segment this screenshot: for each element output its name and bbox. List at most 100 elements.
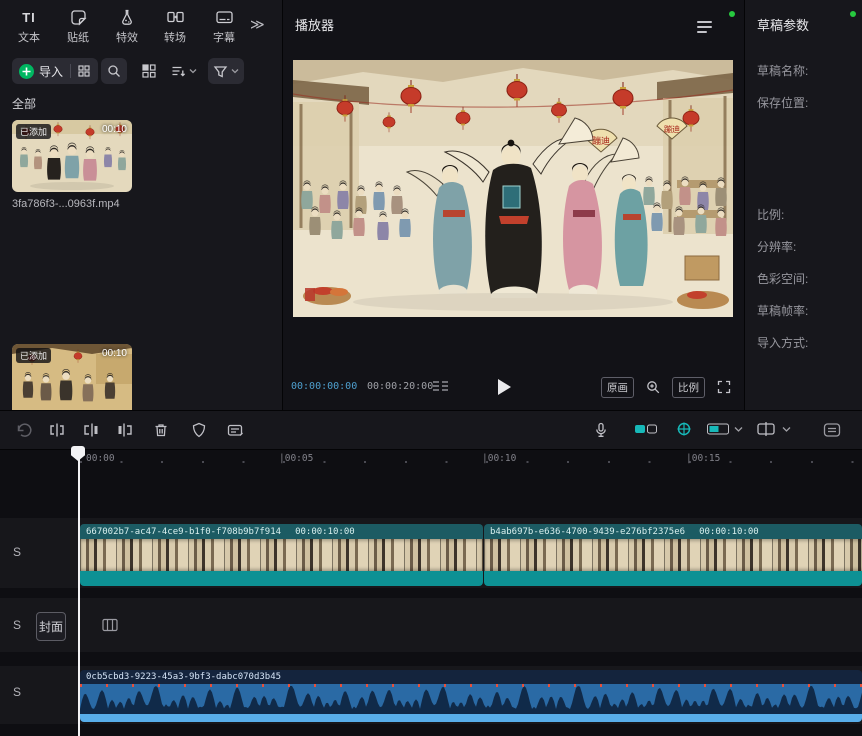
timeline: 00:00 |00:05 |00:10 |00:15 S S S 封面 6670…	[0, 450, 862, 736]
sort-icon	[170, 63, 186, 79]
cover-button[interactable]: 封面	[36, 612, 66, 641]
split-icon[interactable]	[48, 421, 66, 439]
cover-track	[0, 598, 862, 652]
video-preview-image: 蹦迪 蹦迪	[293, 60, 733, 317]
ratio-button[interactable]: 比例	[672, 377, 705, 398]
track-toggle[interactable]: S	[8, 685, 26, 701]
chevron-down-icon[interactable]	[734, 426, 743, 433]
preview-axis-toggle-icon[interactable]	[754, 421, 778, 437]
player-menu-icon[interactable]	[697, 21, 712, 33]
video-clip-footer	[484, 571, 862, 586]
media-item-thumbnail[interactable]: 已添加 00:10	[12, 344, 132, 410]
grid-view-icon[interactable]	[78, 65, 90, 77]
linkage-toggle-icon[interactable]	[706, 421, 730, 437]
mic-icon[interactable]	[592, 421, 610, 439]
original-quality-button[interactable]: 原画	[601, 377, 634, 398]
audio-clip-name: 0cb5cbd3-9223-45a3-9bf3-dabc070d3b45	[86, 672, 281, 682]
artist-seal	[305, 288, 315, 301]
import-button[interactable]: 导入	[12, 58, 98, 84]
field-color-space: 色彩空间:	[757, 270, 808, 287]
media-filename: 3fa786f3-...0963f.mp4	[12, 198, 152, 210]
added-badge: 已添加	[16, 348, 51, 363]
video-clip-filmstrip	[80, 539, 483, 571]
ruler-label: |00:05	[279, 453, 313, 464]
caption-edit-icon[interactable]	[226, 421, 245, 439]
search-icon	[107, 64, 121, 78]
field-import-mode: 导入方式:	[757, 334, 808, 351]
timeline-settings-icon[interactable]	[822, 421, 842, 439]
expand-panel-button[interactable]: ≫	[250, 16, 265, 33]
sort-button[interactable]	[166, 58, 200, 84]
mask-icon[interactable]	[190, 421, 208, 439]
media-item-thumbnail[interactable]: 已添加 00:10	[12, 120, 132, 192]
added-badge: 已添加	[16, 124, 51, 139]
video-clip-header: 667002b7-ac47-4ce9-b1f0-f708b9b7f914 00:…	[80, 524, 483, 539]
video-clip[interactable]: b4ab697b-e636-4700-9439-e276bf2375e6 00:…	[484, 524, 862, 586]
text-icon: TI	[22, 10, 36, 25]
player-title: 播放器	[295, 15, 334, 34]
track-toggle[interactable]: S	[8, 618, 26, 634]
plus-icon	[19, 64, 34, 79]
import-button-label: 导入	[39, 63, 63, 80]
snap-toggle-icon[interactable]	[672, 421, 696, 437]
magnet-toggle-icon[interactable]	[634, 421, 658, 437]
frames-icon[interactable]	[431, 379, 449, 393]
delete-icon[interactable]	[152, 421, 170, 439]
audio-waveform	[80, 684, 862, 714]
layout-toggle-icon	[142, 64, 156, 78]
sticker-icon	[69, 8, 87, 26]
player-panel: 播放器	[283, 0, 745, 410]
tab-sticker-label: 贴纸	[55, 29, 101, 45]
video-clip-name: 667002b7-ac47-4ce9-b1f0-f708b9b7f914	[86, 527, 281, 537]
app-window: TI 文本 贴纸 特效	[0, 0, 862, 736]
tab-effects-label: 特效	[104, 29, 150, 45]
tab-transitions[interactable]: 转场	[152, 6, 198, 50]
tab-transitions-label: 转场	[152, 29, 198, 45]
fan-sign-text: 蹦迪	[664, 124, 680, 134]
effects-icon	[118, 8, 136, 26]
field-resolution: 分辨率:	[757, 238, 796, 255]
player-right-controls: 原画 比例	[601, 374, 732, 400]
field-frame-rate: 草稿帧率:	[757, 302, 808, 319]
status-dot	[850, 11, 856, 17]
audio-clip-header: 0cb5cbd3-9223-45a3-9bf3-dabc070d3b45	[80, 670, 862, 684]
filter-button[interactable]	[208, 58, 244, 84]
trim-left-icon[interactable]	[82, 421, 100, 439]
tab-sticker[interactable]: 贴纸	[55, 6, 101, 50]
tab-captions[interactable]: 字幕	[201, 6, 247, 50]
tab-captions-label: 字幕	[201, 29, 247, 45]
media-panel: TI 文本 贴纸 特效	[0, 0, 283, 410]
layout-toggle-button[interactable]	[139, 61, 159, 81]
total-timecode: 00:00:20:00	[367, 381, 433, 392]
undo-icon[interactable]	[14, 421, 32, 439]
divider	[70, 64, 71, 78]
video-preview: 蹦迪 蹦迪	[293, 60, 733, 317]
current-timecode: 00:00:00:00	[291, 381, 357, 392]
media-section-label: 全部	[12, 95, 36, 112]
time-ruler[interactable]	[80, 461, 862, 463]
trim-right-icon[interactable]	[116, 421, 134, 439]
tab-text-label: 文本	[6, 29, 52, 45]
beat-markers	[80, 684, 862, 687]
draft-panel-title: 草稿参数	[757, 15, 809, 34]
playhead-handle[interactable]	[71, 446, 85, 461]
audio-clip[interactable]: 0cb5cbd3-9223-45a3-9bf3-dabc070d3b45	[80, 670, 862, 722]
captions-icon	[215, 8, 234, 26]
zoom-fit-icon[interactable]	[645, 379, 661, 395]
status-dot	[729, 11, 735, 17]
field-draft-name: 草稿名称:	[757, 62, 808, 79]
field-save-path: 保存位置:	[757, 94, 808, 111]
track-toggle[interactable]: S	[8, 545, 26, 561]
video-clip[interactable]: 667002b7-ac47-4ce9-b1f0-f708b9b7f914 00:…	[80, 524, 483, 586]
tab-text[interactable]: TI 文本	[6, 6, 52, 50]
film-icon[interactable]	[102, 618, 118, 632]
video-clip-duration: 00:00:10:00	[699, 527, 759, 537]
draft-params-panel: 草稿参数 草稿名称: 保存位置: 比例: 分辨率: 色彩空间: 草稿帧率: 导入…	[745, 0, 862, 410]
search-button[interactable]	[101, 58, 127, 84]
ruler-label: |00:15	[686, 453, 720, 464]
play-button[interactable]	[489, 372, 519, 402]
chevron-down-icon[interactable]	[782, 426, 791, 433]
transitions-icon	[166, 8, 185, 26]
fullscreen-icon[interactable]	[716, 379, 732, 395]
tab-effects[interactable]: 特效	[104, 6, 150, 50]
